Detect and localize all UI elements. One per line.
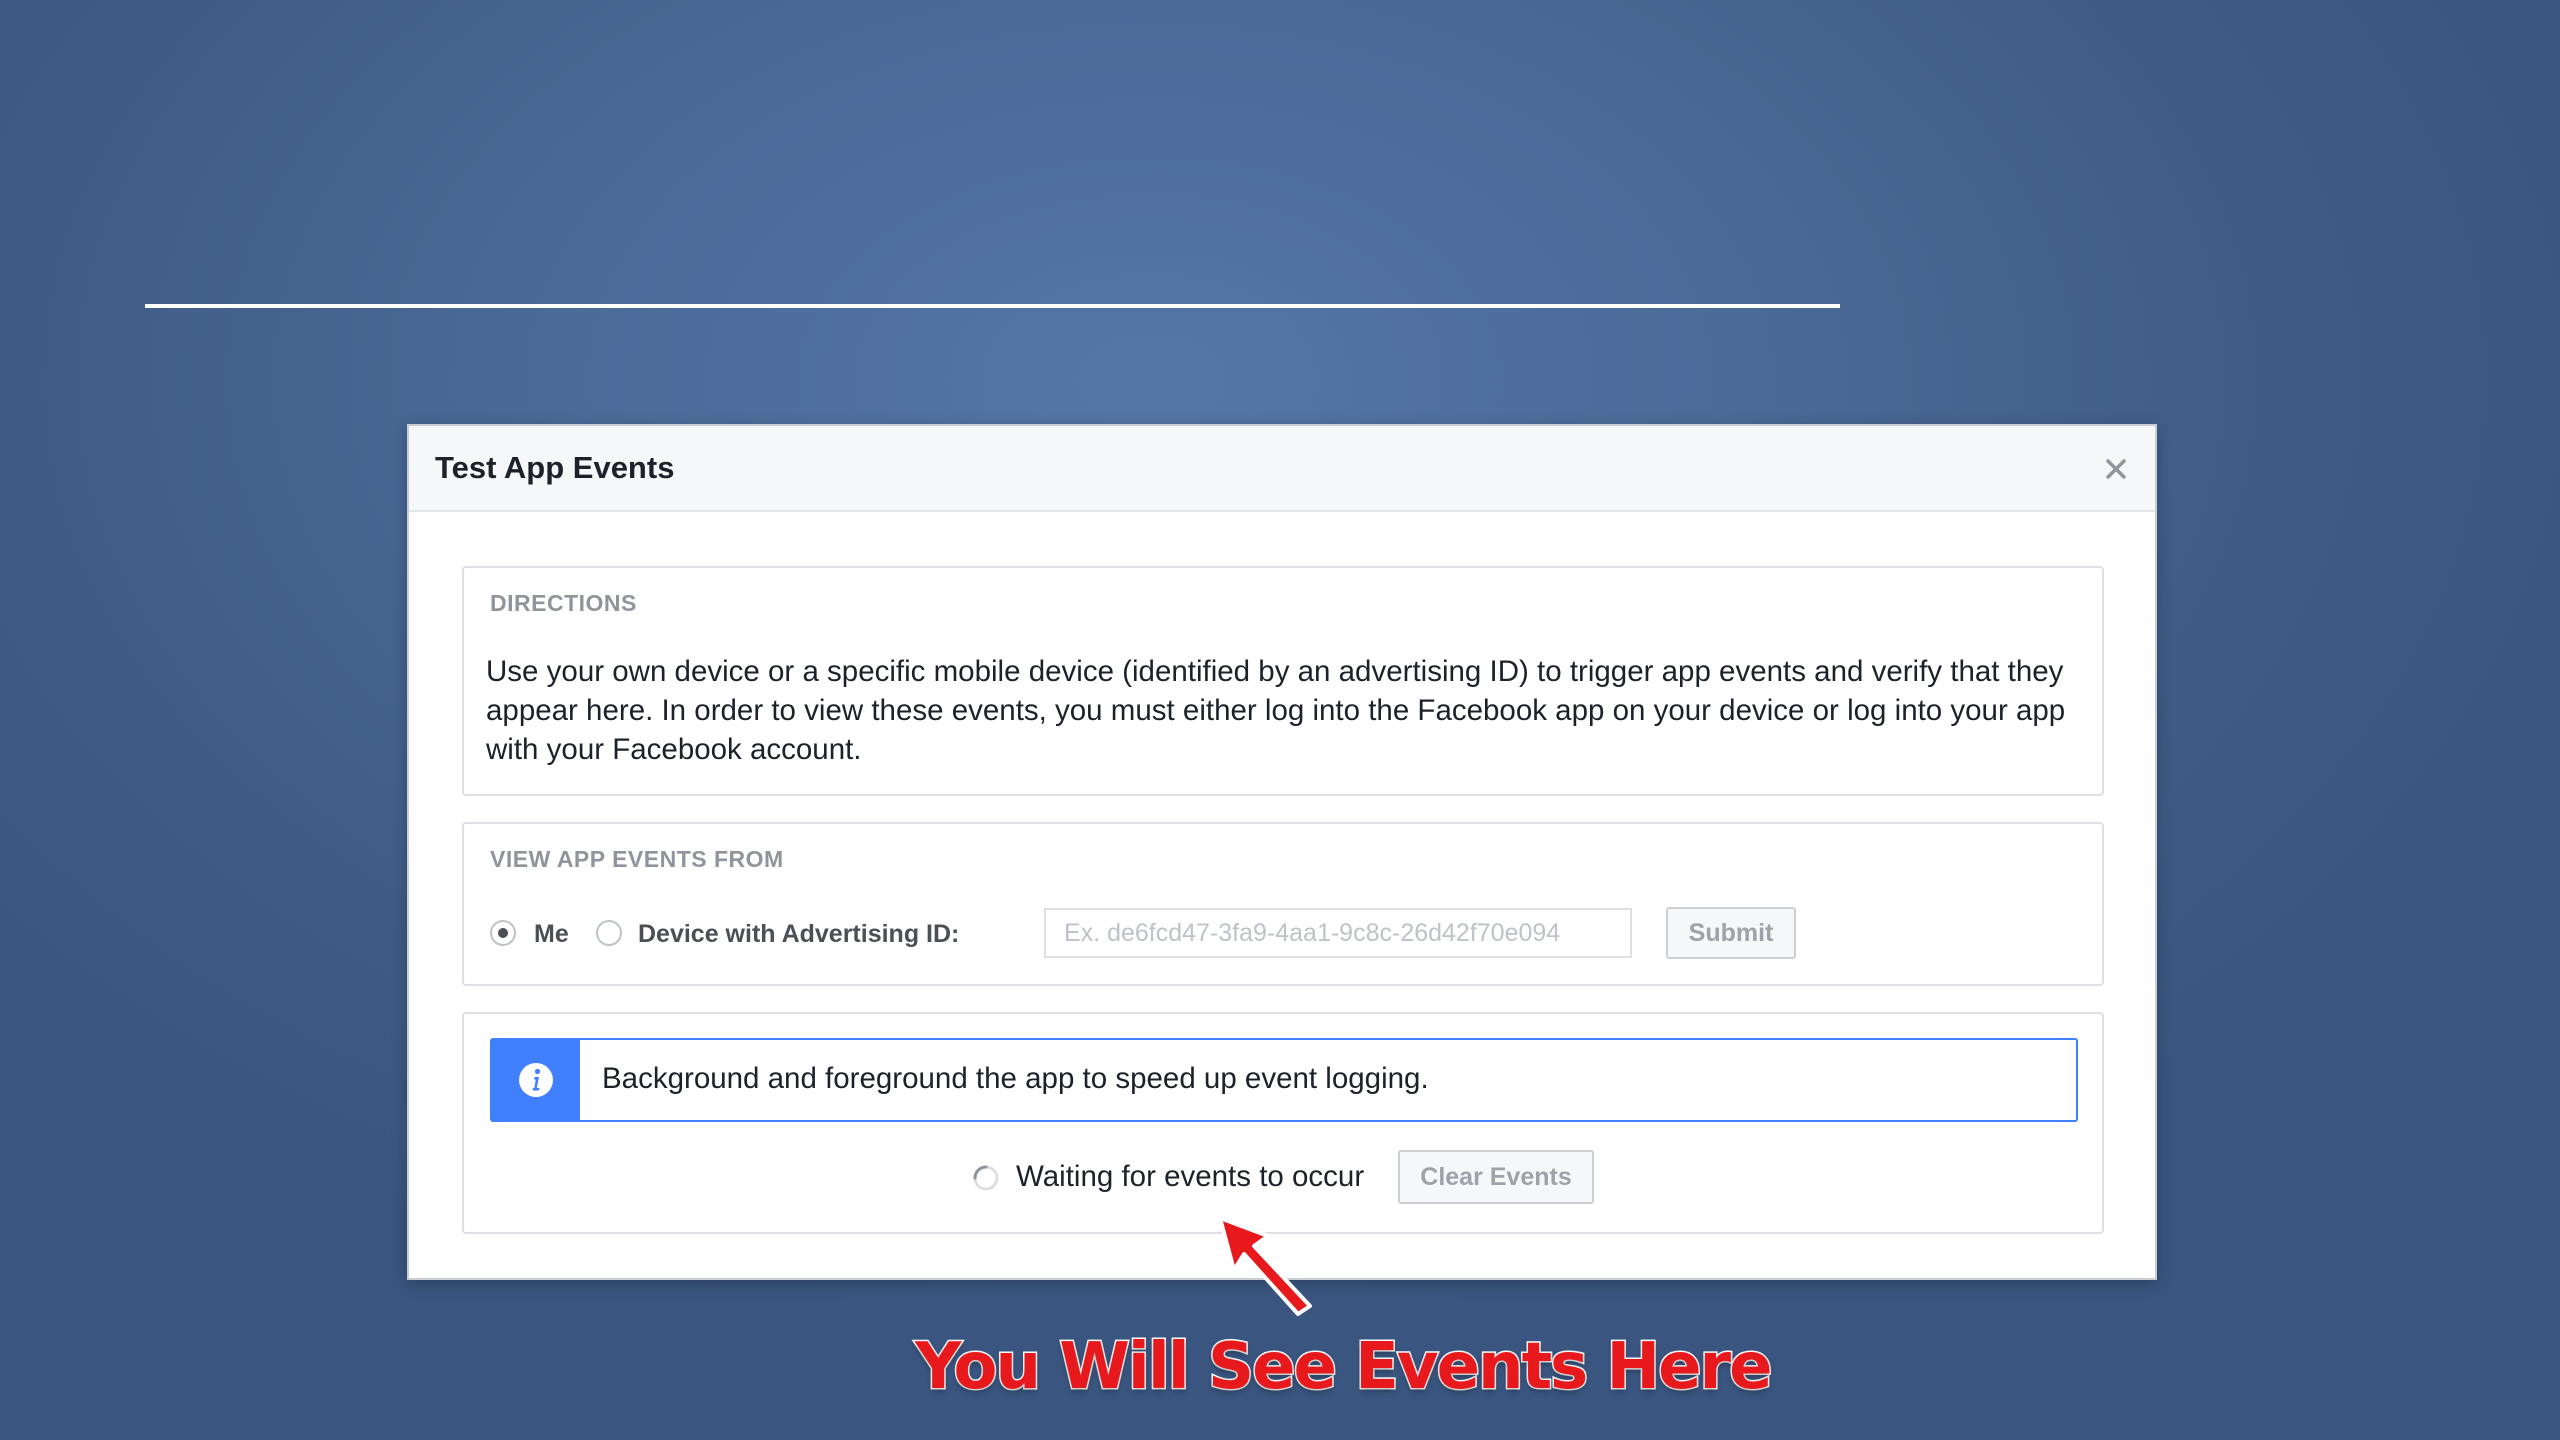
radio-me[interactable] xyxy=(490,920,516,946)
source-radio-group: Me Device with Advertising ID: Submit xyxy=(490,907,2090,960)
info-icon xyxy=(519,1063,553,1097)
spinner-icon xyxy=(973,1165,999,1191)
dialog-title: Test App Events xyxy=(435,450,675,485)
directions-panel: DIRECTIONS Use your own device or a spec… xyxy=(462,566,2104,796)
info-text: Background and foreground the app to spe… xyxy=(602,1062,1429,1095)
close-icon[interactable] xyxy=(2099,452,2133,486)
radio-device-advertising-id[interactable] xyxy=(596,920,622,946)
test-app-events-dialog: Test App Events DIRECTIONS Use your own … xyxy=(407,424,2157,1280)
clear-events-button[interactable]: Clear Events xyxy=(1398,1150,1594,1204)
submit-button[interactable]: Submit xyxy=(1666,907,1796,959)
directions-text: Use your own device or a specific mobile… xyxy=(486,655,2066,766)
view-from-heading: VIEW APP EVENTS FROM xyxy=(490,846,784,872)
annotation-caption: You Will See Events Here xyxy=(913,1329,1773,1406)
divider-line xyxy=(145,304,1840,308)
radio-me-label[interactable]: Me xyxy=(534,920,569,949)
radio-device-label[interactable]: Device with Advertising ID: xyxy=(638,920,959,949)
directions-heading: DIRECTIONS xyxy=(490,590,637,616)
dialog-header: Test App Events xyxy=(409,426,2155,512)
info-icon-cell xyxy=(492,1040,580,1120)
info-banner: Background and foreground the app to spe… xyxy=(490,1038,2078,1122)
events-panel: Background and foreground the app to spe… xyxy=(462,1012,2104,1234)
waiting-row: Waiting for events to occur Clear Events xyxy=(464,1150,2102,1204)
advertising-id-input[interactable] xyxy=(1044,908,1632,958)
view-app-events-from-panel: VIEW APP EVENTS FROM Me Device with Adve… xyxy=(462,822,2104,986)
red-arrow-icon xyxy=(1218,1216,1312,1316)
waiting-status-text: Waiting for events to occur xyxy=(1016,1160,1365,1193)
